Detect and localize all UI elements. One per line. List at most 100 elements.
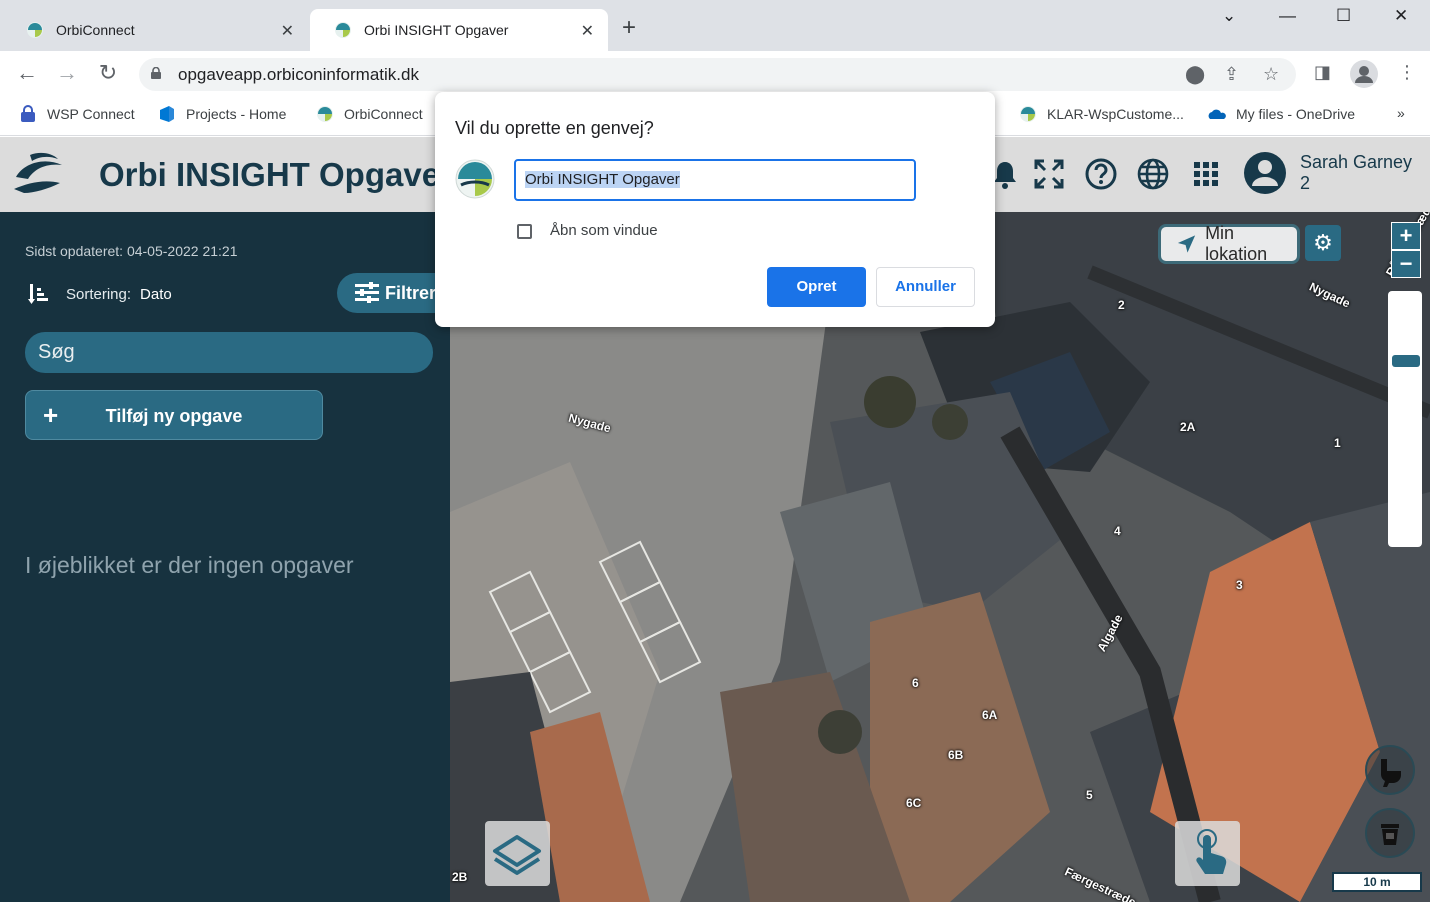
- forward-icon[interactable]: →: [54, 60, 80, 86]
- bookmark-projects-home[interactable]: Projects - Home: [158, 105, 286, 123]
- browser-tab-orbi-insight[interactable]: Orbi INSIGHT Opgaver ✕: [310, 9, 608, 51]
- bookmark-klar[interactable]: KLAR-WspCustome...: [1019, 105, 1184, 123]
- apps-grid-icon[interactable]: [1189, 157, 1223, 191]
- sort-control[interactable]: Sortering: Dato: [28, 282, 172, 306]
- page-title: Orbi INSIGHT Opgaver: [99, 156, 453, 193]
- app-icon: [455, 159, 495, 199]
- layers-button[interactable]: [485, 821, 550, 886]
- map-settings-gear-icon[interactable]: ⚙: [1305, 225, 1341, 261]
- zoom-controls: + −: [1391, 222, 1421, 278]
- house-number: 2B: [452, 870, 468, 884]
- bookmark-label: OrbiConnect: [344, 106, 423, 122]
- sort-value: Dato: [140, 285, 172, 303]
- tab-strip: OrbiConnect ✕ Orbi INSIGHT Opgaver ✕ + ⌄…: [0, 0, 1430, 51]
- task-sidebar: Sidst opdateret: 04-05-2022 21:21 Sorter…: [0, 212, 477, 902]
- browser-menu-icon[interactable]: ⋮: [1398, 62, 1416, 83]
- search-input[interactable]: Søg: [25, 332, 433, 373]
- sort-label: Sortering:: [66, 285, 132, 303]
- tab-label: OrbiConnect: [56, 22, 135, 38]
- browser-tab-orbiconnect[interactable]: OrbiConnect ✕: [2, 9, 308, 51]
- house-number: 1: [1334, 436, 1341, 450]
- bookmark-orbiconnect[interactable]: OrbiConnect: [316, 105, 423, 123]
- create-button[interactable]: Opret: [767, 267, 866, 307]
- back-icon[interactable]: ←: [14, 60, 40, 86]
- minimize-icon[interactable]: —: [1279, 6, 1296, 26]
- profile-avatar-icon[interactable]: [1350, 60, 1378, 88]
- open-as-window-checkbox[interactable]: [517, 224, 532, 239]
- cancel-button[interactable]: Annuller: [876, 267, 975, 307]
- lock-icon: [151, 67, 161, 79]
- user-name: Sarah Garney: [1300, 152, 1413, 172]
- zoom-slider[interactable]: [1388, 291, 1422, 547]
- tab-search-icon[interactable]: ⌄: [1222, 6, 1236, 26]
- orbi-logo-icon: [14, 152, 62, 193]
- orbi-icon: [1020, 106, 1036, 122]
- shortcut-name-input[interactable]: Orbi INSIGHT Opgaver: [514, 159, 916, 201]
- house-number: 5: [1086, 788, 1093, 802]
- tab-label: Orbi INSIGHT Opgaver: [364, 22, 509, 38]
- create-shortcut-dialog: Vil du oprette en genvej? Orbi INSIGHT O…: [435, 92, 995, 327]
- wsp-lock-icon: [21, 105, 35, 122]
- close-tab-icon[interactable]: ✕: [581, 21, 594, 41]
- location-pin-icon[interactable]: ⬤: [1185, 64, 1205, 85]
- browser-toolbar: ← → ↻ opgaveapp.orbiconinformatik.dk ⬤ ⇪…: [0, 51, 1430, 96]
- help-icon[interactable]: [1084, 157, 1118, 191]
- bookmark-label: WSP Connect: [47, 106, 135, 122]
- dialog-title: Vil du oprette en genvej?: [455, 118, 654, 138]
- bookmark-star-icon[interactable]: ☆: [1263, 64, 1279, 85]
- filter-sliders-icon: [355, 282, 379, 303]
- bookmark-onedrive[interactable]: My files - OneDrive: [1208, 105, 1355, 123]
- house-number: 3: [1236, 578, 1243, 592]
- address-bar[interactable]: opgaveapp.orbiconinformatik.dk ⬤ ⇪ ☆: [139, 58, 1296, 91]
- url-text: opgaveapp.orbiconinformatik.dk: [178, 65, 419, 84]
- user-subtitle: 2: [1300, 173, 1311, 193]
- bookmark-label: KLAR-WspCustome...: [1047, 106, 1184, 122]
- user-info[interactable]: Sarah Garney 2: [1300, 152, 1412, 194]
- new-tab-button[interactable]: +: [622, 14, 636, 42]
- close-tab-icon[interactable]: ✕: [281, 21, 294, 41]
- bookmark-wsp-connect[interactable]: WSP Connect: [19, 105, 135, 123]
- orbi-icon: [317, 106, 333, 122]
- trash-poi-button[interactable]: [1365, 808, 1415, 858]
- add-task-label: Tilføj ny opgave: [105, 406, 243, 426]
- bookmarks-overflow-button[interactable]: »: [1397, 105, 1405, 121]
- orbi-favicon-icon: [27, 22, 43, 38]
- user-avatar-icon[interactable]: [1243, 151, 1287, 195]
- my-location-button[interactable]: Min lokation: [1158, 223, 1300, 264]
- orbi-favicon-icon: [335, 22, 351, 38]
- house-number: 4: [1114, 524, 1121, 538]
- filter-label: Filtrer: [385, 282, 437, 303]
- house-number: 6C: [906, 796, 922, 810]
- side-panel-icon[interactable]: ◨: [1314, 62, 1331, 83]
- layers-icon: [493, 835, 541, 875]
- navigation-arrow-icon: [1177, 235, 1196, 253]
- zoom-slider-handle[interactable]: [1392, 355, 1420, 367]
- trash-bin-icon: [1381, 824, 1399, 845]
- house-number: 6B: [948, 748, 964, 762]
- bookmark-label: My files - OneDrive: [1236, 106, 1356, 122]
- zoom-out-button[interactable]: −: [1391, 250, 1421, 278]
- fullscreen-icon[interactable]: [1032, 157, 1066, 191]
- maximize-icon[interactable]: ☐: [1336, 6, 1351, 26]
- language-globe-icon[interactable]: [1136, 157, 1170, 191]
- shortcut-name-value: Orbi INSIGHT Opgaver: [525, 171, 680, 188]
- zoom-in-button[interactable]: +: [1391, 222, 1421, 250]
- toilet-icon: [1381, 759, 1401, 787]
- empty-tasks-message: I øjeblikket er der ingen opgaver: [25, 552, 354, 578]
- sort-icon: [28, 284, 48, 304]
- touch-mode-button[interactable]: [1175, 821, 1240, 886]
- close-window-icon[interactable]: ✕: [1394, 6, 1408, 26]
- add-task-button[interactable]: + Tilføj ny opgave: [25, 390, 323, 440]
- share-icon[interactable]: ⇪: [1224, 64, 1239, 85]
- last-updated-text: Sidst opdateret: 04-05-2022 21:21: [25, 243, 238, 259]
- open-as-window-label: Åbn som vindue: [550, 222, 658, 239]
- reload-icon[interactable]: ↻: [95, 60, 121, 86]
- house-number: 6A: [982, 708, 998, 722]
- bookmark-label: Projects - Home: [186, 106, 287, 122]
- house-number: 2A: [1180, 420, 1196, 434]
- house-number: 6: [912, 676, 919, 690]
- onedrive-icon: [1208, 109, 1226, 119]
- my-location-label: Min lokation: [1205, 223, 1268, 264]
- toilet-poi-button[interactable]: [1365, 745, 1415, 795]
- house-number: 2: [1118, 298, 1125, 312]
